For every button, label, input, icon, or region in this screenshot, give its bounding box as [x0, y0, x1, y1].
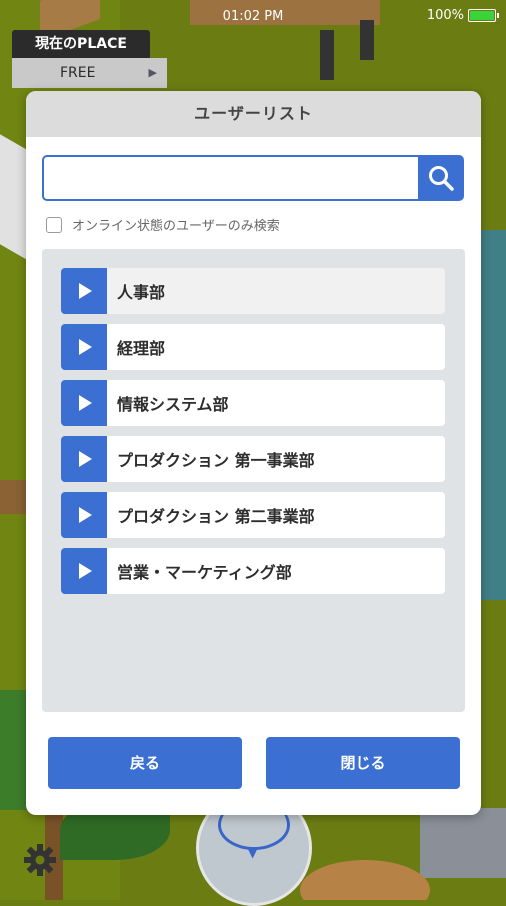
current-place-value[interactable]: FREE ▶ — [12, 58, 167, 88]
current-place-value-text: FREE — [60, 65, 96, 81]
down-arrow-icon: ▼ — [248, 846, 258, 860]
list-item-department[interactable]: 営業・マーケティング部 — [61, 548, 445, 594]
play-icon — [61, 492, 107, 538]
department-label: プロダクション 第一事業部 — [117, 451, 315, 470]
gear-icon[interactable] — [22, 842, 58, 878]
dialog-title: ユーザーリスト — [26, 91, 481, 137]
department-list: 人事部 経理部 情報システム部 プロダクション 第一事業部 プロダクション 第二… — [42, 249, 465, 712]
list-item-department[interactable]: 経理部 — [61, 324, 445, 370]
online-only-filter[interactable]: オンライン状態のユーザーのみ検索 — [46, 215, 280, 234]
search-button[interactable] — [418, 155, 464, 201]
play-small-icon: ▶ — [148, 66, 157, 79]
status-bar: 01:02 PM 100% — [0, 0, 506, 34]
search-input[interactable] — [42, 155, 418, 201]
online-only-checkbox[interactable] — [46, 216, 62, 233]
battery-icon — [468, 9, 499, 22]
department-label: 人事部 — [117, 283, 166, 302]
play-icon — [61, 268, 107, 314]
online-only-label: オンライン状態のユーザーのみ検索 — [72, 219, 280, 234]
battery-percent: 100% — [426, 8, 464, 23]
search-icon — [429, 166, 454, 191]
department-label: 営業・マーケティング部 — [117, 563, 292, 582]
play-icon — [61, 380, 107, 426]
department-label: 経理部 — [117, 339, 166, 358]
battery-indicator: 100% — [426, 8, 499, 23]
back-button[interactable]: 戻る — [48, 737, 242, 789]
list-item-department[interactable]: 情報システム部 — [61, 380, 445, 426]
user-list-dialog: ユーザーリスト オンライン状態のユーザーのみ検索 人事部 経理部 情報システム部 — [26, 91, 481, 815]
play-icon — [61, 436, 107, 482]
list-item-department[interactable]: 人事部 — [61, 268, 445, 314]
play-icon — [61, 548, 107, 594]
list-item-department[interactable]: プロダクション 第一事業部 — [61, 436, 445, 482]
department-label: 情報システム部 — [117, 395, 229, 414]
close-button[interactable]: 閉じる — [266, 737, 460, 789]
search-bar — [42, 155, 464, 201]
department-label: プロダクション 第二事業部 — [117, 507, 315, 526]
current-place-label: 現在のPLACE — [12, 30, 150, 58]
list-item-department[interactable]: プロダクション 第二事業部 — [61, 492, 445, 538]
play-icon — [61, 324, 107, 370]
